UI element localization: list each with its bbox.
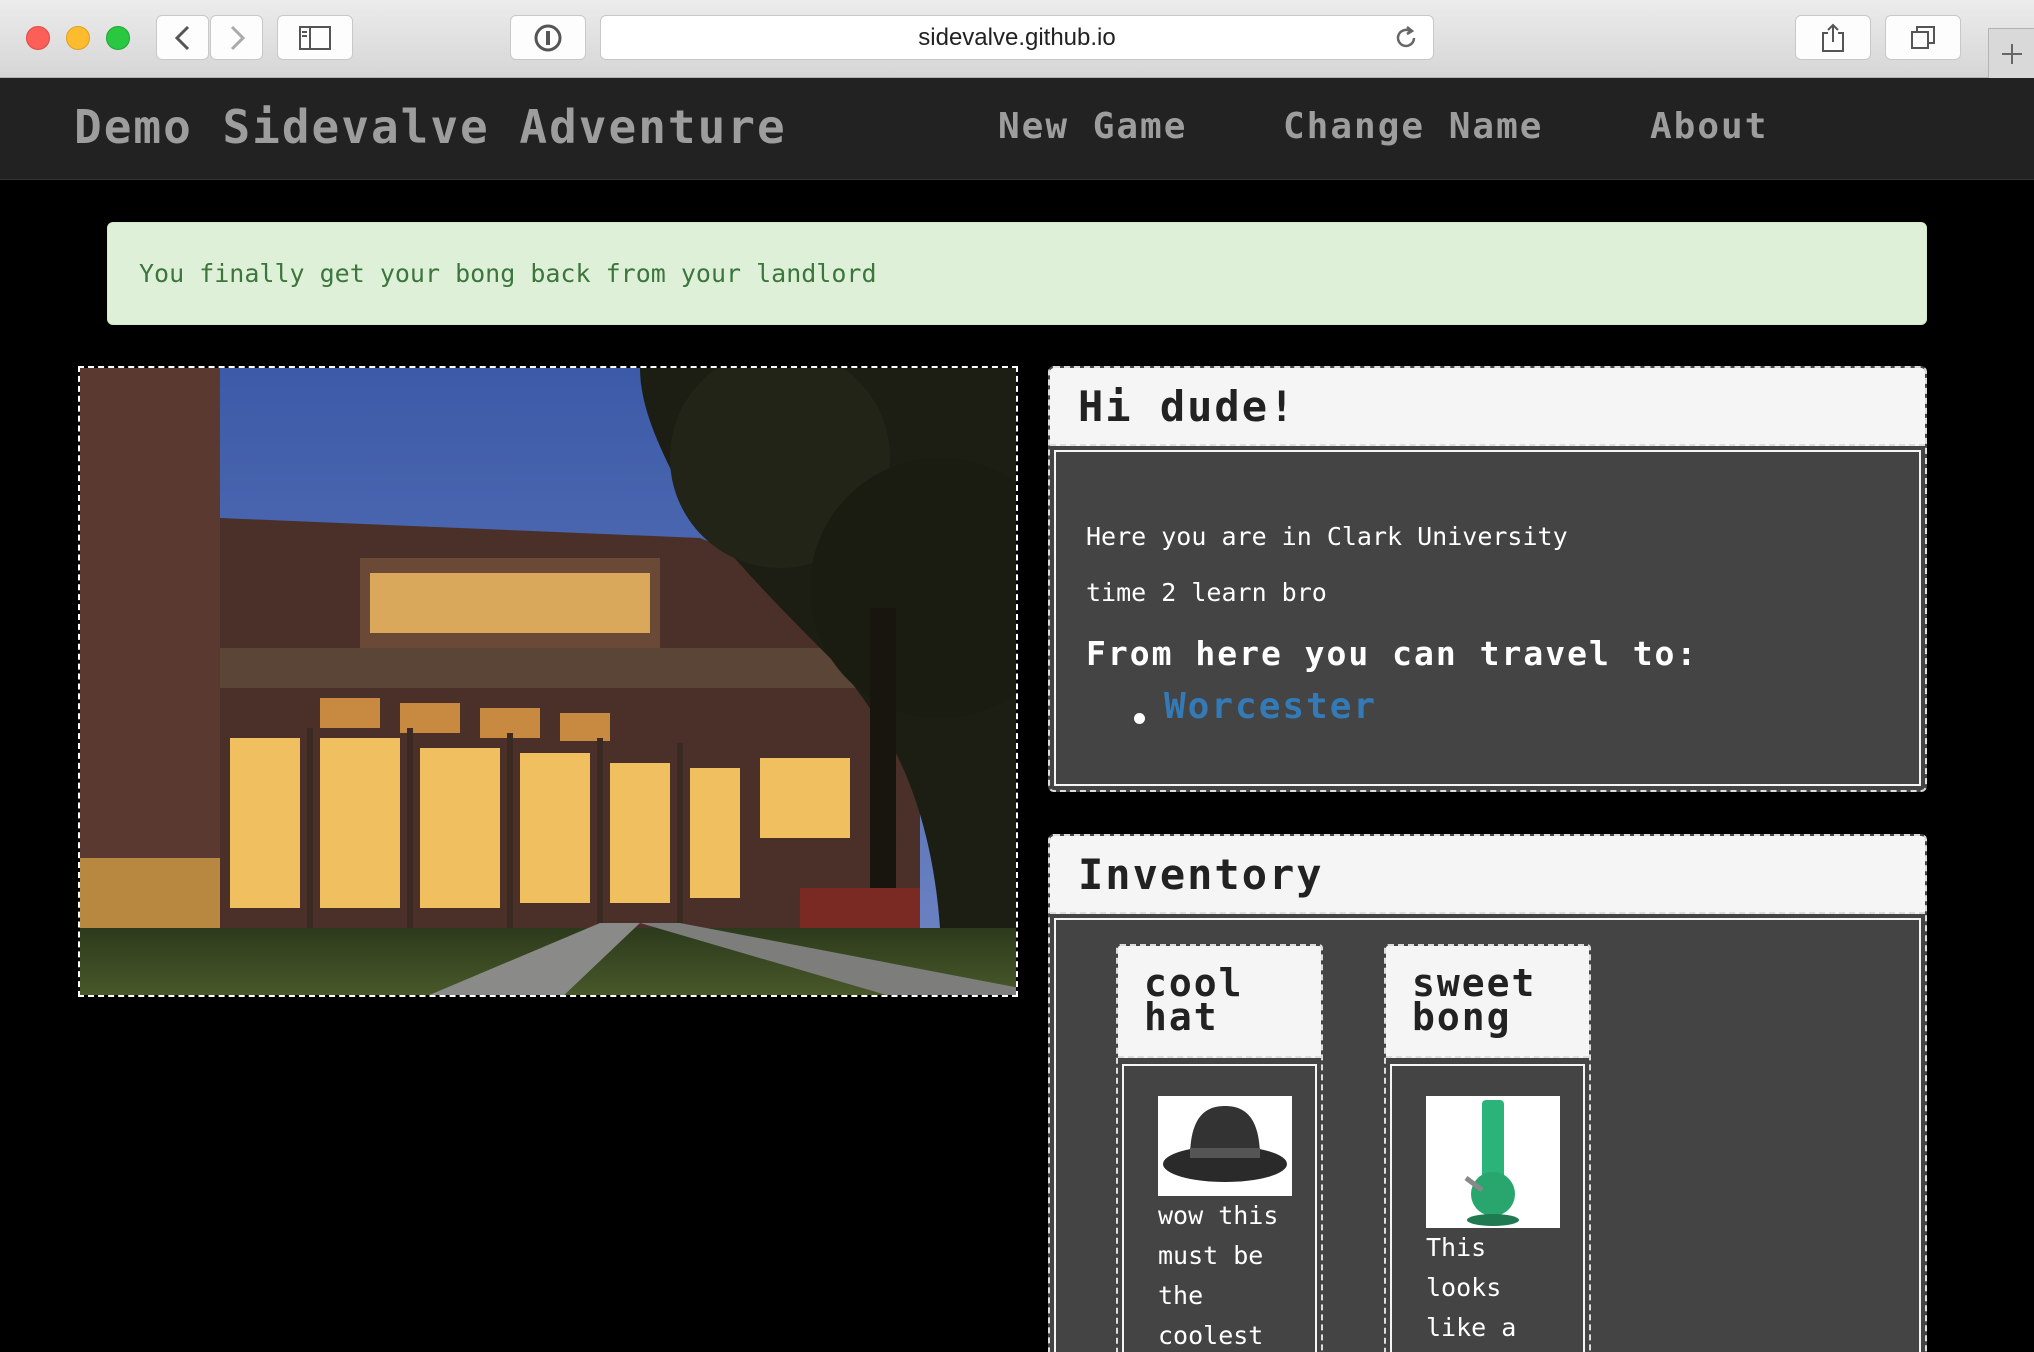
- item-description: This looks like a: [1426, 1228, 1577, 1348]
- share-button[interactable]: [1795, 15, 1871, 60]
- bong-image: [1426, 1096, 1560, 1228]
- chevron-right-icon: [230, 25, 245, 50]
- location-panel: Hi dude! Here you are in Clark Universit…: [1048, 366, 1927, 792]
- hat-image: [1158, 1096, 1292, 1196]
- nav-change-name[interactable]: Change Name: [1283, 106, 1543, 147]
- minimize-window-button[interactable]: [66, 26, 90, 50]
- sidebar-toggle-button[interactable]: [277, 15, 353, 60]
- inventory-heading: Inventory: [1050, 836, 1925, 914]
- zoom-window-button[interactable]: [106, 26, 130, 50]
- item-name-line-2: hat: [1144, 995, 1219, 1039]
- description-line: coolest: [1158, 1321, 1264, 1350]
- description-line: This: [1426, 1233, 1487, 1262]
- inventory-body: cool hat wow this must be the coolest sw…: [1054, 918, 1921, 1352]
- location-body: Here you are in Clark University time 2 …: [1054, 450, 1921, 786]
- greeting-heading: Hi dude!: [1050, 368, 1925, 446]
- reload-icon[interactable]: [1393, 25, 1419, 58]
- alert-message: You finally get your bong back from your…: [139, 259, 877, 288]
- item-description: wow this must be the coolest: [1158, 1196, 1309, 1352]
- share-icon: [1822, 23, 1844, 52]
- close-window-button[interactable]: [26, 26, 50, 50]
- nav-new-game[interactable]: New Game: [998, 106, 1187, 147]
- chevron-left-icon: [174, 25, 189, 50]
- item-body: wow this must be the coolest: [1122, 1064, 1317, 1352]
- item-name: sweet bong: [1386, 946, 1589, 1058]
- description-line: must be: [1158, 1241, 1264, 1270]
- item-name-line-2: bong: [1412, 995, 1512, 1039]
- description-line: like a: [1426, 1313, 1517, 1342]
- location-image: [78, 366, 1018, 997]
- browser-toolbar: sidevalve.github.io: [0, 0, 2034, 78]
- item-body: This looks like a: [1390, 1064, 1585, 1352]
- tabs-icon: [1911, 25, 1935, 49]
- inventory-item-sweet-bong[interactable]: sweet bong This looks like a: [1384, 944, 1591, 1352]
- site-navbar: Demo Sidevalve Adventure New Game Change…: [0, 78, 2034, 180]
- inventory-panel: Inventory cool hat wow this must be the …: [1048, 834, 1927, 1352]
- inventory-item-cool-hat[interactable]: cool hat wow this must be the coolest: [1116, 944, 1323, 1352]
- description-line: the: [1158, 1281, 1204, 1310]
- sidebar-icon: [299, 25, 331, 50]
- status-alert: You finally get your bong back from your…: [107, 222, 1927, 325]
- new-tab-button[interactable]: [1988, 28, 2034, 78]
- url-text: sidevalve.github.io: [918, 23, 1116, 51]
- brand-link[interactable]: Demo Sidevalve Adventure: [74, 100, 787, 154]
- location-line-2: time 2 learn bro: [1086, 578, 1327, 607]
- nav-about[interactable]: About: [1650, 106, 1768, 147]
- plus-icon: [2001, 43, 2022, 64]
- location-line-1: Here you are in Clark University: [1086, 522, 1568, 551]
- password-button[interactable]: [510, 15, 586, 60]
- key-circle-icon: [534, 24, 562, 51]
- list-bullet: [1134, 713, 1145, 724]
- address-bar[interactable]: sidevalve.github.io: [600, 15, 1434, 60]
- destination-worcester-link[interactable]: Worcester: [1164, 686, 1377, 727]
- item-name: cool hat: [1118, 946, 1321, 1058]
- travel-heading: From here you can travel to:: [1086, 634, 1699, 673]
- back-button[interactable]: [156, 15, 209, 60]
- forward-button[interactable]: [210, 15, 263, 60]
- tabs-overview-button[interactable]: [1885, 15, 1961, 60]
- description-line: looks: [1426, 1273, 1502, 1302]
- description-line: wow this: [1158, 1201, 1279, 1230]
